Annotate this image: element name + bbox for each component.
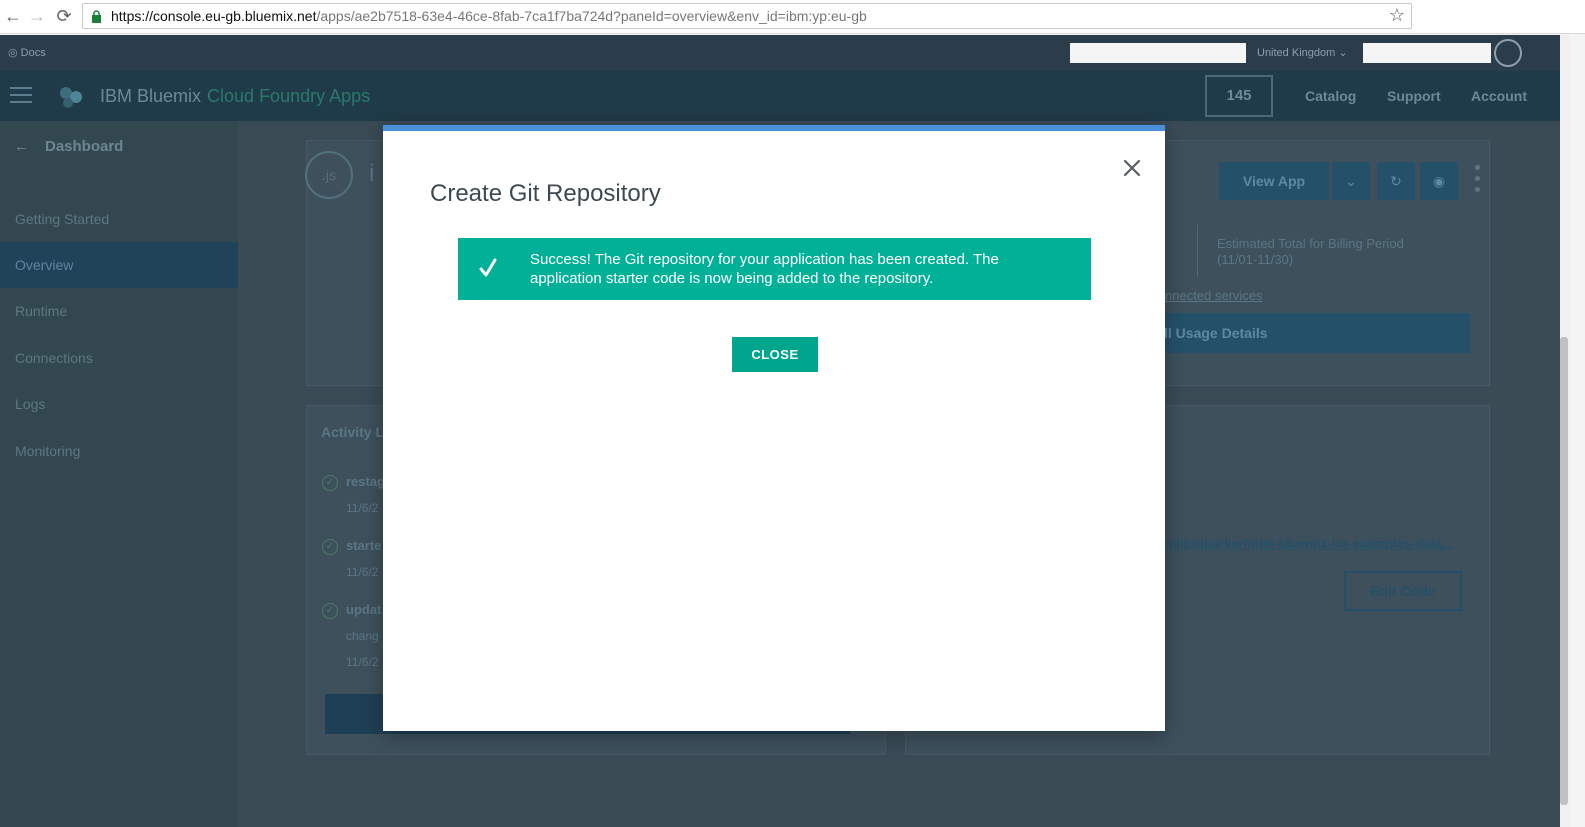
close-button[interactable]: CLOSE xyxy=(732,337,818,372)
activity-action: restag xyxy=(346,474,386,489)
checkmark-icon xyxy=(479,258,497,277)
activity-detail: chang xyxy=(346,629,379,643)
browser-toolbar: ← → ⟳ https://console.eu-gb.bluemix.net/… xyxy=(0,0,1585,34)
docs-link[interactable]: ◎ Docs xyxy=(8,46,46,59)
back-arrow-icon[interactable]: ← xyxy=(2,4,24,28)
nav-account[interactable]: Account xyxy=(1471,88,1527,104)
app-name: i xyxy=(369,160,375,187)
success-message: Success! The Git repository for your app… xyxy=(530,251,999,287)
divider xyxy=(1197,225,1198,277)
nav-catalog[interactable]: Catalog xyxy=(1305,88,1356,104)
sidebar: ← Dashboard Getting Started Overview Runt… xyxy=(0,121,238,827)
app-header: IBM Bluemix Cloud Foundry Apps 145 Catalo… xyxy=(0,71,1560,121)
reload-icon[interactable]: ⟳ xyxy=(53,4,75,28)
back-arrow-icon: ← xyxy=(14,138,29,155)
app-runtime-badge: .js xyxy=(305,151,353,199)
scrollbar-thumb[interactable] xyxy=(1560,337,1568,805)
stop-icon[interactable]: ◉ xyxy=(1420,162,1458,200)
sidebar-item-overview[interactable]: Overview xyxy=(0,242,238,288)
menu-icon[interactable] xyxy=(10,87,32,103)
url-text: https://console.eu-gb.bluemix.net/apps/a… xyxy=(111,8,867,24)
activity-date: 11/6/2 xyxy=(346,501,379,515)
check-circle-icon: ✓ xyxy=(322,539,338,555)
check-circle-icon: ✓ xyxy=(322,603,338,619)
git-repo-link[interactable]: miltonbarker/intel-bluemix-iot-examples-… xyxy=(1165,536,1453,551)
activity-action: starte xyxy=(346,538,382,553)
avatar-icon[interactable] xyxy=(1494,39,1522,67)
forward-arrow-icon[interactable]: → xyxy=(26,4,48,28)
more-options-icon[interactable] xyxy=(1475,165,1481,198)
sidebar-item-getting-started[interactable]: Getting Started xyxy=(0,196,238,242)
address-bar[interactable]: https://console.eu-gb.bluemix.net/apps/a… xyxy=(82,3,1412,29)
success-banner: Success! The Git repository for your app… xyxy=(458,238,1091,300)
bookmark-star-icon[interactable]: ☆ xyxy=(1389,5,1405,26)
sidebar-item-connections[interactable]: Connections xyxy=(0,335,238,381)
chevron-down-icon[interactable]: ⌄ xyxy=(1332,162,1370,200)
brand-title[interactable]: IBM Bluemix Cloud Foundry Apps xyxy=(100,86,370,107)
back-to-dashboard[interactable]: ← Dashboard xyxy=(14,138,123,155)
activity-date: 11/6/2 xyxy=(346,565,379,579)
view-app-button[interactable]: View App xyxy=(1219,162,1329,200)
connected-services-link[interactable]: nnected services xyxy=(1165,288,1263,303)
activity-date: 11/6/2 xyxy=(346,655,379,669)
nav-support[interactable]: Support xyxy=(1387,88,1441,104)
activity-action: updat xyxy=(346,602,382,617)
sidebar-item-monitoring[interactable]: Monitoring xyxy=(0,428,238,474)
create-git-repo-dialog: Create Git Repository Success! The Git r… xyxy=(383,125,1165,731)
close-icon[interactable] xyxy=(1117,153,1147,183)
bluemix-logo-icon xyxy=(60,87,82,108)
redacted-field xyxy=(1363,43,1491,63)
edit-code-button[interactable]: Edit Code xyxy=(1344,571,1462,611)
lock-icon xyxy=(92,10,101,23)
activity-log-title: Activity L xyxy=(321,424,385,440)
usage-details-button[interactable]: ll Usage Details xyxy=(1150,313,1470,353)
region-selector[interactable]: United Kingdom ⌄ xyxy=(1257,46,1348,59)
sidebar-item-logs[interactable]: Logs xyxy=(0,381,238,427)
billing-label: Estimated Total for Billing Period xyxy=(1217,236,1404,251)
notification-count[interactable]: 145 xyxy=(1205,75,1273,117)
dialog-title: Create Git Repository xyxy=(430,180,661,207)
redacted-field xyxy=(1070,43,1246,63)
account-strip: ◎ Docs United Kingdom ⌄ xyxy=(0,35,1560,71)
sidebar-item-runtime[interactable]: Runtime xyxy=(0,288,238,334)
restart-icon[interactable]: ↻ xyxy=(1377,162,1415,200)
billing-range: (11/01-11/30) xyxy=(1217,252,1294,267)
check-circle-icon: ✓ xyxy=(322,475,338,491)
